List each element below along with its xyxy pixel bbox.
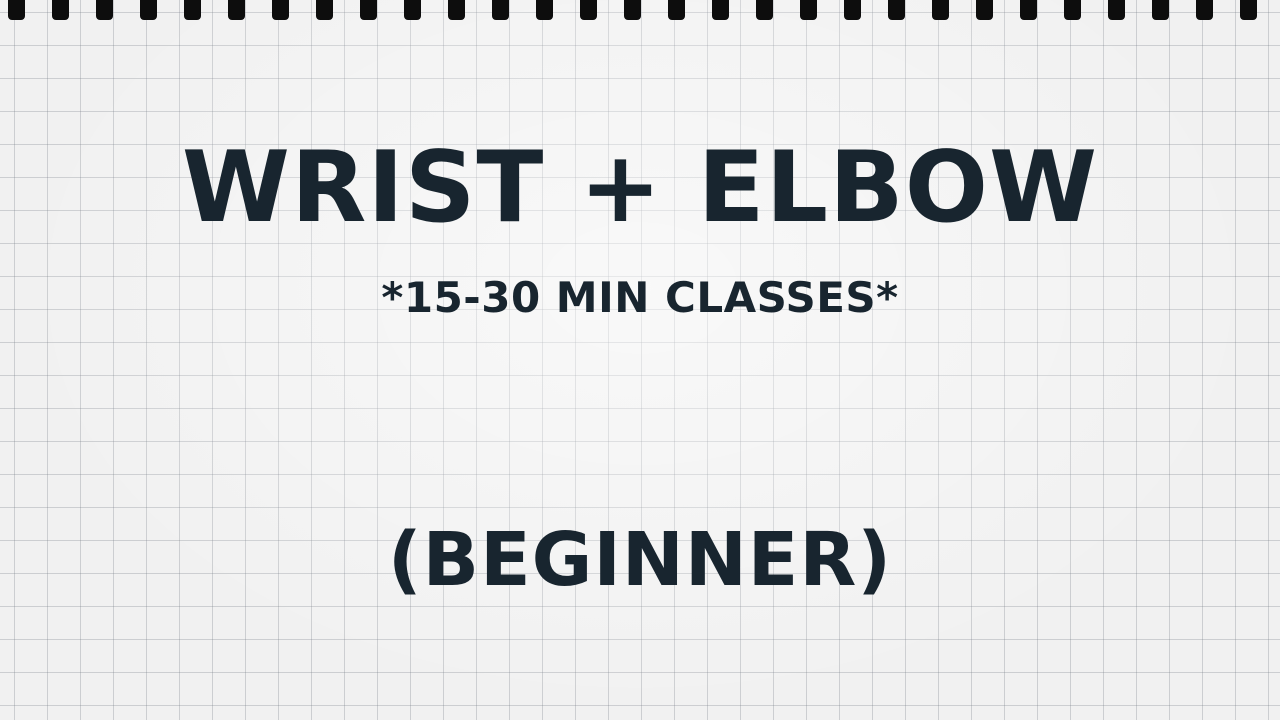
binding-ring (756, 0, 773, 20)
binding-ring (1064, 0, 1081, 20)
binding-ring (404, 0, 421, 20)
binding-ring (184, 0, 201, 20)
binding-ring (580, 0, 597, 20)
binding-ring (52, 0, 69, 20)
binding-ring (1108, 0, 1125, 20)
binding-ring (316, 0, 333, 20)
page-title: WRIST + ELBOW (181, 131, 1099, 245)
binding-ring (800, 0, 817, 20)
binding-ring (140, 0, 157, 20)
binding-ring (536, 0, 553, 20)
binding-ring (1152, 0, 1169, 20)
binding-ring (844, 0, 861, 20)
level-label: (BEGINNER) (387, 517, 893, 603)
grid-paper-background: WRIST + ELBOW *15-30 MIN CLASSES* (BEGIN… (0, 0, 1280, 720)
binding-ring (624, 0, 641, 20)
binding-ring (1196, 0, 1213, 20)
binding-ring (272, 0, 289, 20)
binding-ring (360, 0, 377, 20)
binding-ring (888, 0, 905, 20)
class-duration-subtitle: *15-30 MIN CLASSES* (381, 273, 899, 322)
binding-ring (668, 0, 685, 20)
binding-ring (96, 0, 113, 20)
binding-ring (712, 0, 729, 20)
binding-ring (1020, 0, 1037, 20)
binding-ring (976, 0, 993, 20)
binding-ring (448, 0, 465, 20)
binding-ring (932, 0, 949, 20)
binding-ring (492, 0, 509, 20)
binding-ring (8, 0, 25, 20)
spiral-binding (0, 0, 1280, 24)
binding-ring (228, 0, 245, 20)
binding-ring (1240, 0, 1257, 20)
